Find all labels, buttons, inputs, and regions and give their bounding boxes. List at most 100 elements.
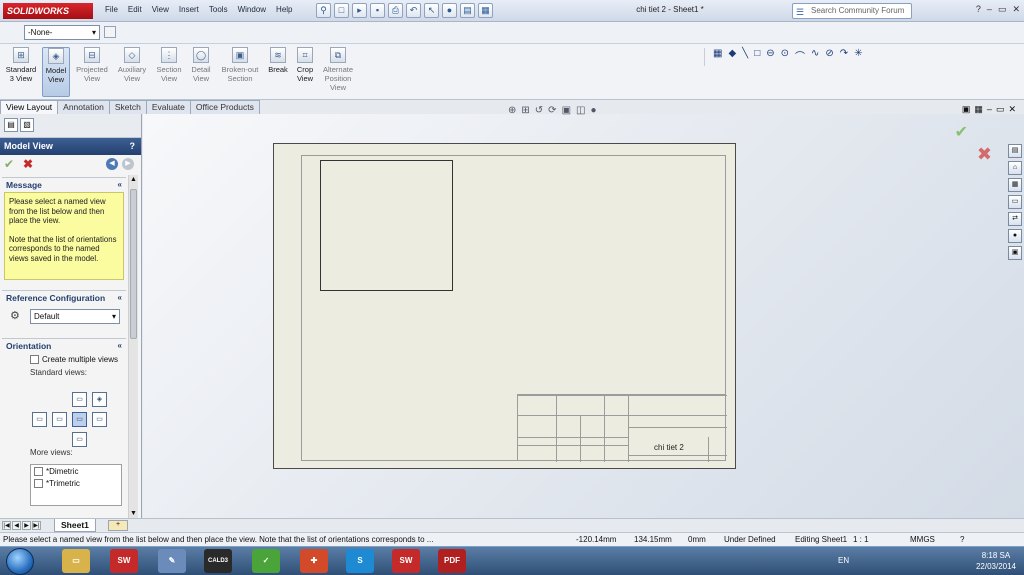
open-icon[interactable]: ▸ <box>352 3 367 18</box>
antivirus-icon[interactable]: ✓ <box>252 549 280 573</box>
last-sheet-icon[interactable]: ▶| <box>32 521 41 530</box>
back-arrow-icon[interactable]: ◀ <box>106 158 118 170</box>
spline-icon[interactable]: ∿ <box>811 48 819 66</box>
close-button[interactable]: ✕ <box>1012 4 1020 15</box>
help-icon[interactable]: ? <box>976 4 981 15</box>
section-view-button[interactable]: ⋮ Section View <box>153 47 185 97</box>
ellipse-icon[interactable]: ⊘ <box>825 48 833 66</box>
auxiliary-view-button[interactable]: ◇ Auxiliary View <box>114 47 150 97</box>
checkbox[interactable] <box>34 466 43 476</box>
right-view-icon[interactable]: ▭ <box>72 412 87 427</box>
zoom-to-area-icon[interactable]: ⊞ <box>521 105 529 116</box>
crop-view-button[interactable]: ⌗ Crop View <box>293 47 317 97</box>
menu-view[interactable]: View <box>147 5 174 14</box>
menu-help[interactable]: Help <box>271 5 297 14</box>
standard-3-view-button[interactable]: ⊞ Standard 3 View <box>3 47 39 97</box>
panel-help-icon[interactable]: ? <box>130 138 136 155</box>
feature-manager-icon[interactable]: ▤ <box>4 118 18 132</box>
scroll-up-icon[interactable]: ▲ <box>130 176 137 183</box>
solidworks-logo[interactable]: SOLIDWORKS <box>3 3 93 19</box>
menu-insert[interactable]: Insert <box>174 5 204 14</box>
grid-icon[interactable]: ▦ <box>713 48 722 66</box>
property-manager-icon[interactable]: ▧ <box>20 118 34 132</box>
checkbox[interactable] <box>30 354 39 364</box>
break-button[interactable]: ≋ Break <box>265 47 291 97</box>
language-indicator[interactable]: EN <box>838 556 849 565</box>
cald3-icon[interactable]: CALD3 <box>204 549 232 573</box>
display-style-icon[interactable]: ▣ <box>562 105 571 116</box>
status-help-icon[interactable]: ? <box>960 533 964 546</box>
broken-out-section-button[interactable]: ▣ Broken-out Section <box>218 47 262 97</box>
resources-icon[interactable]: ▤ <box>1008 144 1022 158</box>
close-icon[interactable]: ✕ <box>1008 104 1016 115</box>
previous-view-icon[interactable]: ↺ <box>535 105 543 116</box>
cancel-x-icon[interactable]: ✖ <box>977 144 992 165</box>
confirm-check-icon[interactable]: ✔ <box>955 122 968 142</box>
checkbox[interactable] <box>34 478 43 488</box>
pdf-reader-icon[interactable]: PDF <box>438 549 466 573</box>
explorer-icon[interactable]: ▭ <box>62 549 90 573</box>
menu-window[interactable]: Window <box>233 5 271 14</box>
solidworks-taskbar-icon[interactable]: SW <box>110 549 138 573</box>
alternate-position-view-button[interactable]: ⧉ Alternate Position View <box>319 47 357 97</box>
tab-view-layout[interactable]: View Layout <box>0 100 59 114</box>
tab-sketch[interactable]: Sketch <box>108 100 147 114</box>
reference-configuration-header[interactable]: Reference Configuration « <box>2 290 126 304</box>
tab-office-products[interactable]: Office Products <box>189 100 260 114</box>
save-icon[interactable]: ▪ <box>370 3 385 18</box>
zoom-to-fit-icon[interactable]: ⊕ <box>508 105 516 116</box>
unit-system[interactable]: MMGS <box>910 533 935 546</box>
home-icon[interactable]: ⌂ <box>1008 161 1022 175</box>
point-icon[interactable]: ✳ <box>854 48 862 66</box>
collapse-icon[interactable]: « <box>118 178 122 192</box>
solidworks-2-taskbar-icon[interactable]: SW <box>392 549 420 573</box>
tile-icon[interactable]: ▣ <box>962 104 971 115</box>
hide-show-icon[interactable]: ◫ <box>576 105 585 116</box>
collapse-icon[interactable]: « <box>118 291 122 305</box>
message-section-header[interactable]: Message « <box>2 177 126 191</box>
pin-icon[interactable]: ⚲ <box>316 3 331 18</box>
arc-icon[interactable]: ⌒ <box>795 48 805 66</box>
configuration-button[interactable] <box>104 26 116 38</box>
start-button[interactable] <box>6 548 34 575</box>
rectangle-icon[interactable]: □ <box>754 48 760 66</box>
collapse-icon[interactable]: « <box>118 339 122 353</box>
list-item[interactable]: *Dimetric <box>31 465 121 477</box>
tab-evaluate[interactable]: Evaluate <box>145 100 191 114</box>
appearance-icon[interactable]: ● <box>590 105 596 116</box>
front-view-icon[interactable]: ▭ <box>52 412 67 427</box>
paint-icon[interactable]: ✎ <box>158 549 186 573</box>
file-explorer-icon[interactable]: ▭ <box>1008 195 1022 209</box>
skype-icon[interactable]: S <box>346 549 374 573</box>
rebuild-icon[interactable]: ● <box>442 3 457 18</box>
fillet-icon[interactable]: ↷ <box>840 48 848 66</box>
scroll-thumb[interactable] <box>130 189 137 339</box>
isometric-view-icon[interactable]: ◈ <box>92 392 107 407</box>
print-icon[interactable]: ⎙ <box>388 3 403 18</box>
cancel-x-icon[interactable]: ✖ <box>23 157 33 171</box>
browser-icon[interactable]: ✚ <box>300 549 328 573</box>
appearances-icon[interactable]: ● <box>1008 229 1022 243</box>
ok-check-icon[interactable]: ✔ <box>4 157 14 171</box>
left-view-icon[interactable]: ▭ <box>32 412 47 427</box>
sheet-tab[interactable]: Sheet1 <box>54 519 96 532</box>
undo-icon[interactable]: ↶ <box>406 3 421 18</box>
minimize-icon[interactable]: – <box>987 104 992 115</box>
line-icon[interactable]: ╲ <box>742 48 748 66</box>
add-sheet-icon[interactable]: + <box>108 520 128 531</box>
top-view-icon[interactable]: ▭ <box>72 392 87 407</box>
menu-file[interactable]: File <box>100 5 123 14</box>
rotate-icon[interactable]: ⟳ <box>548 105 556 116</box>
detail-view-button[interactable]: ◯ Detail View <box>188 47 214 97</box>
scroll-down-icon[interactable]: ▼ <box>130 510 137 517</box>
view-palette-icon[interactable]: ⇄ <box>1008 212 1022 226</box>
drawing-sheet[interactable]: chi tiet 2 <box>273 143 736 469</box>
projected-view-button[interactable]: ⊟ Projected View <box>73 47 111 97</box>
back-view-icon[interactable]: ▭ <box>92 412 107 427</box>
sheet-scale[interactable]: 1 : 1 <box>853 533 869 546</box>
smart-dimension-icon[interactable]: ◆ <box>728 48 736 66</box>
custom-properties-icon[interactable]: ▣ <box>1008 246 1022 260</box>
prev-sheet-icon[interactable]: ◀ <box>12 521 21 530</box>
next-arrow-icon[interactable]: ▶ <box>122 158 134 170</box>
slot-icon[interactable]: ⊖ <box>766 48 774 66</box>
